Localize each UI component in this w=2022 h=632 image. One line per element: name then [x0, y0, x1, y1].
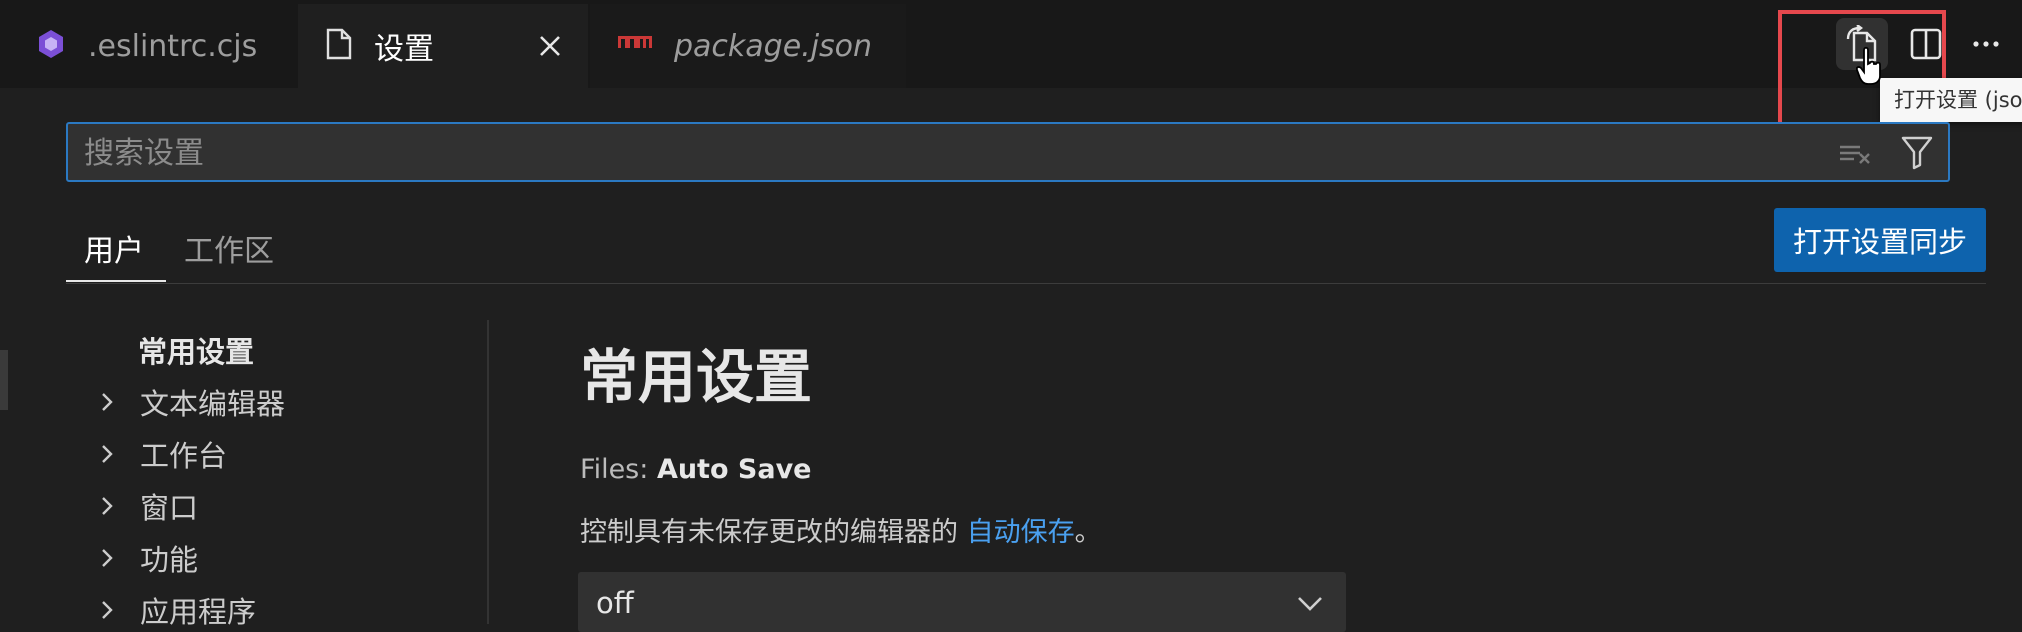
- active-tab-underline: [66, 280, 166, 282]
- filter-icon[interactable]: [1900, 134, 1934, 170]
- description-suffix: 。: [1074, 517, 1102, 548]
- select-value: off: [596, 586, 634, 620]
- npm-icon: [618, 36, 652, 56]
- toc-separator: [487, 320, 489, 624]
- auto-save-link[interactable]: 自动保存: [967, 517, 1075, 548]
- chevron-right-icon: [102, 549, 113, 567]
- toc-item-window[interactable]: 窗口: [96, 486, 198, 526]
- tab-user[interactable]: 用户: [84, 226, 144, 270]
- file-icon: [326, 28, 352, 64]
- auto-save-select[interactable]: off: [578, 572, 1346, 632]
- clear-filter-icon[interactable]: [1838, 138, 1872, 168]
- chevron-right-icon: [102, 393, 113, 411]
- tab-label: 设置: [374, 32, 434, 67]
- tab-label: package.json: [674, 28, 873, 64]
- tab-label: .eslintrc.cjs: [88, 28, 258, 64]
- tab-workspace[interactable]: 工作区: [184, 226, 274, 270]
- setting-title: Files: Auto Save: [580, 454, 812, 485]
- toc-item-label: 窗口: [140, 491, 199, 525]
- toc-item-label: 文本编辑器: [140, 387, 286, 421]
- chevron-right-icon: [102, 497, 113, 515]
- setting-key: Auto Save: [656, 454, 812, 485]
- hand-cursor-icon: [1855, 46, 1884, 86]
- setting-category: Files:: [580, 454, 657, 485]
- settings-search: [66, 122, 1950, 182]
- editor-tab-bar: .eslintrc.cjs 设置 package.json: [0, 0, 2022, 88]
- toc-item-label: 工作台: [140, 439, 228, 473]
- tab-eslintrc[interactable]: .eslintrc.cjs: [8, 4, 298, 88]
- sash-handle[interactable]: [0, 350, 8, 410]
- divider: [66, 283, 1986, 284]
- toc-item-application[interactable]: 应用程序: [96, 590, 256, 630]
- toc-heading[interactable]: 常用设置: [138, 330, 254, 370]
- toc-item-text-editor[interactable]: 文本编辑器: [96, 382, 285, 422]
- toc-item-workbench[interactable]: 工作台: [96, 434, 227, 474]
- chevron-right-icon: [102, 601, 113, 619]
- setting-description: 控制具有未保存更改的编辑器的 自动保存。: [580, 510, 1102, 549]
- more-icon[interactable]: [1960, 18, 2012, 70]
- toc-item-features[interactable]: 功能: [96, 538, 198, 578]
- chevron-right-icon: [102, 445, 113, 463]
- description-text: 控制具有未保存更改的编辑器的: [580, 517, 967, 548]
- open-settings-sync-button[interactable]: 打开设置同步: [1774, 208, 1986, 272]
- toc-item-label: 功能: [140, 543, 199, 577]
- search-input[interactable]: [82, 124, 1586, 182]
- tab-package-json[interactable]: package.json: [590, 4, 906, 88]
- toc-item-label: 应用程序: [140, 595, 257, 629]
- chevron-down-icon: [1298, 597, 1322, 611]
- page-title: 常用设置: [580, 343, 813, 411]
- tab-settings[interactable]: 设置: [298, 4, 588, 88]
- eslint-icon: [36, 29, 66, 63]
- tooltip: 打开设置 (json: [1880, 78, 2022, 122]
- close-icon[interactable]: [530, 26, 570, 66]
